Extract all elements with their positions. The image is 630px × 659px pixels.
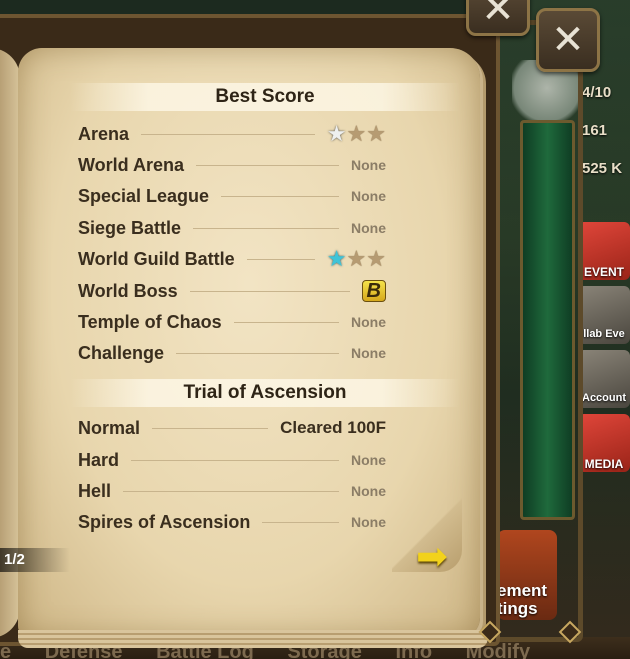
score-row-world-arena: World Arena None <box>78 151 386 179</box>
event-icon-button[interactable]: EVENT <box>578 222 630 280</box>
row-label: Spires of Ascension <box>78 511 251 532</box>
score-row-challenge: Challenge None <box>78 339 386 367</box>
row-label: Arena <box>78 123 130 144</box>
trial-row-hard: Hard None <box>78 446 386 474</box>
row-label: World Boss <box>78 280 178 301</box>
row-value: None <box>351 220 386 236</box>
star-icon: ★ <box>326 246 347 271</box>
media-button[interactable]: MEDIA <box>578 414 630 472</box>
row-divider <box>246 258 315 260</box>
trial-row-normal: Normal Cleared 100F <box>78 414 386 442</box>
row-divider <box>233 321 339 323</box>
row-divider <box>221 195 339 197</box>
score-row-world-guild-battle: World Guild Battle ★ ★ ★ <box>78 245 386 273</box>
star-icon: ★ <box>326 121 347 146</box>
best-score-header: Best Score <box>70 83 460 111</box>
page-indicator: 1/2 <box>0 548 70 572</box>
row-value: None <box>351 314 386 330</box>
row-divider <box>193 227 339 229</box>
trial-row-spires: Spires of Ascension None <box>78 508 386 536</box>
side-stat-2: 161 <box>582 122 608 139</box>
row-label: Challenge <box>78 342 165 363</box>
close-button[interactable]: ✕ <box>466 0 530 36</box>
row-value: None <box>351 157 386 173</box>
row-divider <box>141 133 315 135</box>
row-label: Hell <box>78 480 112 501</box>
row-divider <box>131 459 339 461</box>
row-value: None <box>351 345 386 361</box>
score-row-world-boss: World Boss B <box>78 277 386 305</box>
row-label: Siege Battle <box>78 217 182 238</box>
score-row-siege-battle: Siege Battle None <box>78 214 386 242</box>
row-label: Hard <box>78 449 120 470</box>
trial-of-ascension-header: Trial of Ascension <box>70 379 460 407</box>
side-menu: 4/10 161 525 K EVENT llab Eve Account mi… <box>578 60 630 472</box>
star-icon: ★ <box>366 121 386 146</box>
row-value: None <box>351 483 386 499</box>
row-label: Temple of Chaos <box>78 311 222 332</box>
star-icon: ★ <box>346 121 367 146</box>
row-value: Cleared 100F <box>280 418 386 437</box>
trial-row-hell: Hell None <box>78 477 386 505</box>
guild-battle-stars: ★ ★ ★ <box>327 248 386 270</box>
star-icon: ★ <box>366 246 386 271</box>
side-stat-3: 525 K <box>582 160 623 177</box>
row-label: Normal <box>78 417 141 438</box>
score-row-arena: Arena ★ ★ ★ <box>78 120 386 148</box>
row-divider <box>176 352 339 354</box>
collab-event-button[interactable]: llab Eve <box>578 286 630 344</box>
row-divider <box>189 290 350 292</box>
close-icon: ✕ <box>551 18 585 62</box>
row-label: World Guild Battle <box>78 248 235 269</box>
row-value: None <box>351 452 386 468</box>
row-divider <box>123 490 339 492</box>
arrow-right-icon: ➡ <box>416 536 448 578</box>
row-divider <box>196 164 339 166</box>
row-divider <box>152 427 269 429</box>
next-page-button[interactable]: ➡ <box>416 538 454 576</box>
score-row-temple-of-chaos: Temple of Chaos None <box>78 308 386 336</box>
row-divider <box>262 521 339 523</box>
side-stat-1: 4/10 <box>582 84 612 101</box>
row-label: World Arena <box>78 154 185 175</box>
score-row-special-league: Special League None <box>78 182 386 210</box>
row-value: None <box>351 188 386 204</box>
account-limited-pack-button[interactable]: Account mited Pa <box>578 350 630 408</box>
close-icon: ✕ <box>481 0 515 31</box>
star-icon: ★ <box>346 246 367 271</box>
arena-stars: ★ ★ ★ <box>327 123 386 145</box>
page-stack-edge <box>18 630 488 648</box>
close-button-back[interactable]: ✕ <box>536 8 600 72</box>
rank-badge: B <box>361 280 386 302</box>
row-value: None <box>351 514 386 530</box>
row-label: Special League <box>78 185 210 206</box>
